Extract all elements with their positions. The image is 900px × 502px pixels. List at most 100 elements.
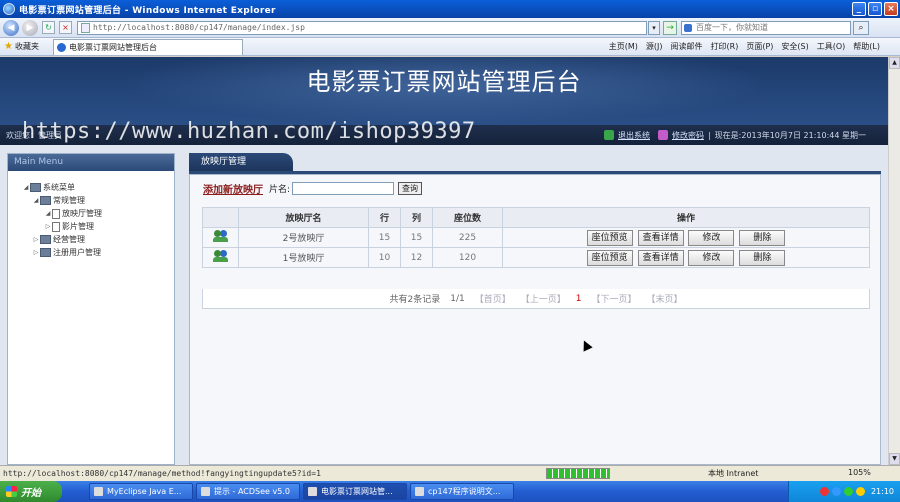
ie-icon — [3, 3, 15, 15]
current-page[interactable]: 1 — [576, 294, 582, 304]
document-icon — [52, 221, 60, 232]
scroll-up-icon[interactable]: ▲ — [889, 57, 900, 69]
tree-node-hall-manage[interactable]: ◢ 放映厅管理 — [8, 207, 174, 220]
pager: 共有2条记录 1/1 【首页】 【上一页】 1 【下一页】 【末页】 — [202, 289, 870, 309]
expand-arrow-icon[interactable]: ▷ — [32, 236, 40, 243]
cmd-page[interactable]: 页面(P) — [746, 41, 773, 52]
tray-icon[interactable] — [855, 487, 865, 496]
users-icon — [212, 249, 229, 263]
taskbar-item-myeclipse[interactable]: MyEclipse Java E... — [89, 483, 193, 500]
collapse-arrow-icon[interactable]: ◢ — [32, 197, 40, 204]
taskbar-item-ie[interactable]: 电影票订票网站管... — [303, 483, 407, 500]
cmd-safety[interactable]: 安全(S) — [781, 41, 808, 52]
hall-seats: 120 — [432, 247, 503, 268]
cmd-print[interactable]: 打印(R) — [711, 41, 739, 52]
close-button[interactable]: × — [884, 2, 898, 16]
browser-tab[interactable]: 电影票订票网站管理后台 — [52, 38, 243, 55]
tray-icon[interactable] — [819, 487, 829, 496]
search-button[interactable]: ⌕ — [853, 20, 869, 35]
delete-button[interactable]: 删除 — [739, 229, 786, 246]
favorites-star-icon[interactable]: ★ — [4, 41, 13, 52]
tab-hall-manage[interactable]: 放映厅管理 — [189, 153, 293, 171]
view-detail-button[interactable]: 查看详情 — [637, 229, 684, 246]
next-page-link[interactable]: 【下一页】 — [591, 292, 636, 305]
seat-preview-button[interactable]: 座位预览 — [586, 249, 633, 266]
maximize-button[interactable]: ▫ — [868, 2, 882, 16]
word-doc-icon — [415, 487, 424, 496]
cmd-feeds[interactable]: 源(J) — [646, 41, 663, 52]
document-icon — [52, 208, 60, 219]
last-page-link[interactable]: 【末页】 — [646, 292, 682, 305]
cmd-mail[interactable]: 阅读邮件 — [671, 41, 703, 52]
system-tray: 21:10 — [788, 481, 900, 502]
view-detail-button[interactable]: 查看详情 — [637, 249, 684, 266]
search-input[interactable]: 百度一下，你就知道 — [681, 20, 851, 35]
window-title-bar: 电影票订票网站管理后台 - Windows Internet Explorer … — [0, 0, 900, 18]
tray-icon[interactable] — [831, 487, 841, 496]
taskbar-item-doc[interactable]: cp147程序说明文... — [410, 483, 514, 500]
tree-node-general[interactable]: ◢ 常规管理 — [8, 194, 174, 207]
cmd-home[interactable]: 主页(M) — [609, 41, 638, 52]
add-hall-link[interactable]: 添加新放映厅 — [203, 181, 263, 196]
hall-name: 2号放映厅 — [238, 227, 369, 248]
expand-arrow-icon[interactable]: ▷ — [32, 249, 40, 256]
tree-node-root[interactable]: ◢ 系统菜单 — [8, 181, 174, 194]
tree-node-film-manage[interactable]: ▷ 影片管理 — [8, 220, 174, 233]
taskbar-item-acdsee[interactable]: 提示 - ACDSee v5.0 — [196, 483, 300, 500]
site-title: 电影票订票网站管理后台 — [306, 68, 582, 96]
folder-icon — [30, 183, 41, 192]
tree-node-users[interactable]: ▷ 注册用户管理 — [8, 246, 174, 259]
edit-button[interactable]: 修改 — [688, 249, 735, 266]
collapse-arrow-icon[interactable]: ◢ — [22, 184, 30, 191]
prev-page-link[interactable]: 【上一页】 — [521, 292, 566, 305]
delete-button[interactable]: 删除 — [739, 249, 786, 266]
cmd-help[interactable]: 帮助(L) — [853, 41, 880, 52]
menu-title: Main Menu — [8, 154, 174, 171]
app-icon — [94, 487, 103, 496]
go-button[interactable]: → — [663, 20, 677, 35]
seat-preview-button[interactable]: 座位预览 — [586, 229, 633, 246]
film-name-label: 片名: — [269, 185, 291, 195]
web-page: 电影票订票网站管理后台 欢迎您：管理员 退出系统 修改密码 | 现在是:2013… — [0, 57, 888, 465]
start-button[interactable]: 开始 — [0, 481, 62, 502]
hall-cols: 12 — [400, 247, 433, 268]
minimize-button[interactable]: _ — [852, 2, 866, 16]
film-name-input[interactable] — [292, 182, 395, 195]
expand-arrow-icon[interactable]: ▷ — [44, 223, 52, 230]
back-button[interactable]: ◀ — [3, 19, 19, 36]
change-password-link[interactable]: 修改密码 — [672, 130, 704, 141]
col-header-actions: 操作 — [502, 207, 870, 228]
scroll-down-icon[interactable]: ▼ — [889, 453, 900, 465]
record-count: 共有2条记录 — [389, 295, 441, 305]
collapse-arrow-icon[interactable]: ◢ — [44, 210, 52, 217]
cmd-tools[interactable]: 工具(O) — [817, 41, 846, 52]
favorites-button[interactable]: 收藏夹 — [15, 41, 39, 52]
query-button[interactable]: 查询 — [398, 182, 423, 195]
url-input[interactable]: http://localhost:8080/cp147/manage/index… — [77, 20, 647, 35]
ie-icon — [308, 487, 317, 496]
watermark: https://www.huzhan.com/ishop39397 — [22, 119, 476, 144]
vertical-scrollbar[interactable]: ▲ ▼ — [888, 57, 900, 465]
tray-icon[interactable] — [843, 487, 853, 496]
col-header-rows: 行 — [368, 207, 401, 228]
folder-icon — [40, 248, 51, 257]
refresh-button[interactable]: ↻ — [42, 21, 55, 34]
edit-button[interactable]: 修改 — [688, 229, 735, 246]
first-page-link[interactable]: 【首页】 — [475, 292, 511, 305]
forward-button[interactable]: ▶ — [22, 19, 38, 36]
tab-ie-icon — [56, 42, 66, 52]
left-menu: Main Menu ◢ 系统菜单 ◢ 常规管理 ◢ 放映厅管理 ▷ 影片管理 ▷… — [7, 153, 175, 465]
logout-link[interactable]: 退出系统 — [618, 130, 650, 141]
table-row: 2号放映厅 15 15 225 座位预览 查看详情 修改 删除 — [202, 227, 870, 248]
clock[interactable]: 21:10 — [871, 487, 894, 496]
col-header-seats: 座位数 — [432, 207, 503, 228]
url-dropdown-button[interactable]: ▾ — [648, 20, 660, 35]
folder-icon — [40, 196, 51, 205]
stop-button[interactable]: × — [59, 21, 72, 34]
hall-rows: 10 — [368, 247, 401, 268]
users-icon — [212, 229, 229, 243]
folder-icon — [40, 235, 51, 244]
app-icon — [201, 487, 210, 496]
tree-node-business[interactable]: ▷ 经营管理 — [8, 233, 174, 246]
zoom-level[interactable]: 105% — [848, 468, 871, 477]
